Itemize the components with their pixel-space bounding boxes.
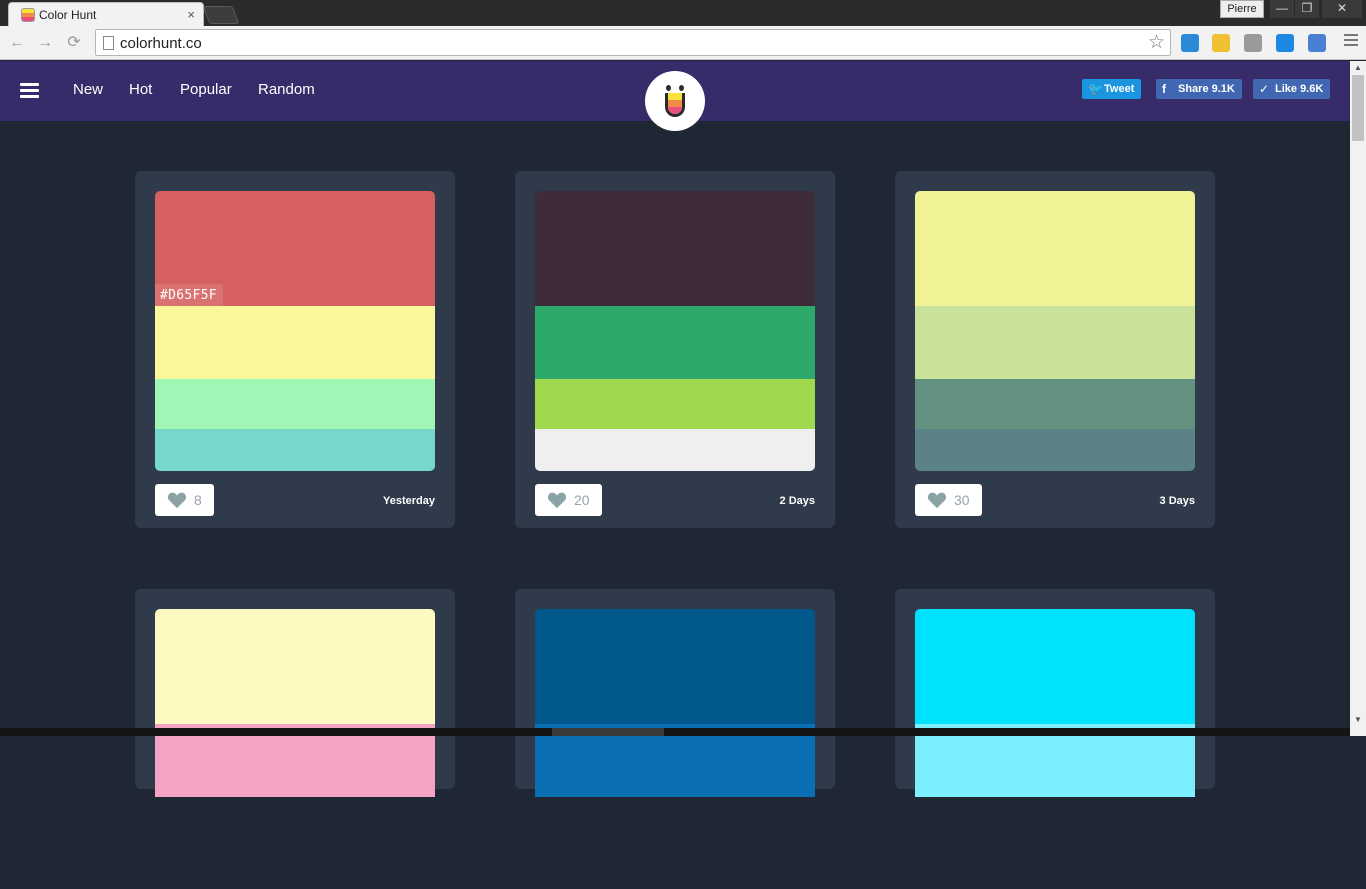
share-label: Share 9.1K	[1178, 83, 1235, 95]
tab-close-icon[interactable]: ×	[187, 7, 195, 22]
tweet-label: Tweet	[1104, 83, 1135, 95]
palette-swatches[interactable]	[915, 191, 1195, 471]
profile-button[interactable]: Pierre	[1220, 0, 1264, 18]
palette-card[interactable]	[515, 589, 835, 797]
google-translate-icon[interactable]	[1308, 34, 1326, 52]
nav-popular[interactable]: Popular	[180, 81, 232, 98]
bookmark-star-icon[interactable]: ☆	[1148, 31, 1165, 54]
back-icon[interactable]: ←	[8, 34, 26, 52]
colorhunt-favicon-icon	[21, 8, 35, 22]
skype-icon[interactable]	[1244, 34, 1262, 52]
color-swatch[interactable]	[915, 191, 1195, 306]
hamburger-menu-icon[interactable]	[20, 83, 39, 99]
taskbar-edge	[0, 728, 1350, 736]
hex-code-label[interactable]: #D65F5F	[155, 284, 223, 306]
facebook-like-button[interactable]: ✓ Like 9.6K	[1253, 79, 1331, 99]
extension-a-icon[interactable]	[1181, 34, 1199, 52]
color-swatch[interactable]	[915, 379, 1195, 429]
url-text[interactable]: colorhunt.co	[120, 35, 202, 52]
color-swatch[interactable]	[535, 429, 815, 471]
colorhunt-logo[interactable]	[645, 71, 705, 131]
palette-swatches[interactable]	[915, 609, 1195, 889]
scroll-thumb[interactable]	[1352, 75, 1364, 141]
page-scrollbar[interactable]: ▲ ▼	[1350, 61, 1366, 736]
palette-card[interactable]: #D65F5F 8 Yesterday	[135, 171, 455, 528]
color-swatch[interactable]	[535, 609, 815, 724]
like-count: 20	[574, 492, 590, 508]
heart-icon	[167, 492, 187, 509]
restore-button[interactable]: ❐	[1295, 0, 1319, 18]
like-count: 8	[194, 492, 202, 508]
like-count: 30	[954, 492, 970, 508]
color-swatch[interactable]	[535, 306, 815, 379]
color-swatch[interactable]	[155, 429, 435, 471]
address-bar[interactable]: colorhunt.co ☆	[95, 29, 1171, 56]
palette-swatches[interactable]	[155, 609, 435, 889]
logo-mouth	[665, 93, 685, 117]
page-icon	[103, 36, 114, 50]
scroll-down-icon[interactable]: ▼	[1350, 713, 1366, 727]
like-label: Like 9.6K	[1275, 83, 1324, 95]
like-button[interactable]: 20	[535, 484, 602, 516]
color-swatch[interactable]	[535, 379, 815, 429]
tab-title: Color Hunt	[39, 8, 97, 22]
color-swatch[interactable]	[155, 306, 435, 379]
like-button[interactable]: 30	[915, 484, 982, 516]
new-tab-button[interactable]	[202, 6, 240, 24]
reload-icon[interactable]: ⟳	[65, 34, 83, 52]
palette-date: Yesterday	[383, 495, 435, 507]
horizontal-scroll-thumb	[552, 728, 664, 736]
chrome-menu-icon[interactable]	[1344, 34, 1358, 52]
color-swatch[interactable]	[915, 609, 1195, 724]
color-swatch[interactable]: #D65F5F	[155, 191, 435, 306]
color-swatch[interactable]	[915, 429, 1195, 471]
palette-card[interactable]	[895, 589, 1215, 797]
palette-date: 3 Days	[1159, 495, 1195, 507]
like-button[interactable]: 8	[155, 484, 214, 516]
facebook-share-button[interactable]: f Share 9.1K	[1156, 79, 1242, 99]
logo-right-eye	[679, 85, 684, 91]
tab-color-hunt[interactable]: Color Hunt ×	[8, 2, 204, 26]
minimize-button[interactable]: —	[1270, 0, 1294, 18]
palette-swatches[interactable]	[535, 191, 815, 471]
twitter-bird-icon: 🐦	[1088, 82, 1103, 96]
close-window-button[interactable]: ✕	[1322, 0, 1362, 18]
palette-card[interactable]: 20 2 Days	[515, 171, 835, 528]
color-swatch[interactable]	[535, 191, 815, 306]
nav-random[interactable]: Random	[258, 81, 315, 98]
palette-swatches[interactable]: #D65F5F	[155, 191, 435, 471]
heart-icon	[547, 492, 567, 509]
s-extension-icon[interactable]	[1276, 34, 1294, 52]
heart-icon	[927, 492, 947, 509]
palette-swatches[interactable]	[535, 609, 815, 889]
forward-icon[interactable]: →	[36, 34, 54, 52]
tab-strip: Color Hunt × Pierre — ❐ ✕	[0, 0, 1366, 26]
nav-hot[interactable]: Hot	[129, 81, 152, 98]
site-header: New Hot Popular Random 🐦 Tweet f Share 9…	[0, 61, 1350, 131]
color-swatch[interactable]	[915, 306, 1195, 379]
nav-new[interactable]: New	[73, 81, 103, 98]
palette-date: 2 Days	[779, 495, 815, 507]
facebook-icon: f	[1162, 82, 1166, 96]
tweet-button[interactable]: 🐦 Tweet	[1082, 79, 1142, 99]
color-swatch[interactable]	[155, 609, 435, 724]
palette-card[interactable]	[135, 589, 455, 797]
color-swatch[interactable]	[155, 379, 435, 429]
logo-left-eye	[666, 85, 671, 91]
browser-toolbar: ← → ⟳ colorhunt.co ☆	[0, 26, 1366, 60]
colorhunt-extension-icon[interactable]	[1212, 34, 1230, 52]
scroll-up-icon[interactable]: ▲	[1350, 61, 1366, 75]
palette-card[interactable]: 30 3 Days	[895, 171, 1215, 528]
like-check-icon: ✓	[1259, 82, 1270, 96]
